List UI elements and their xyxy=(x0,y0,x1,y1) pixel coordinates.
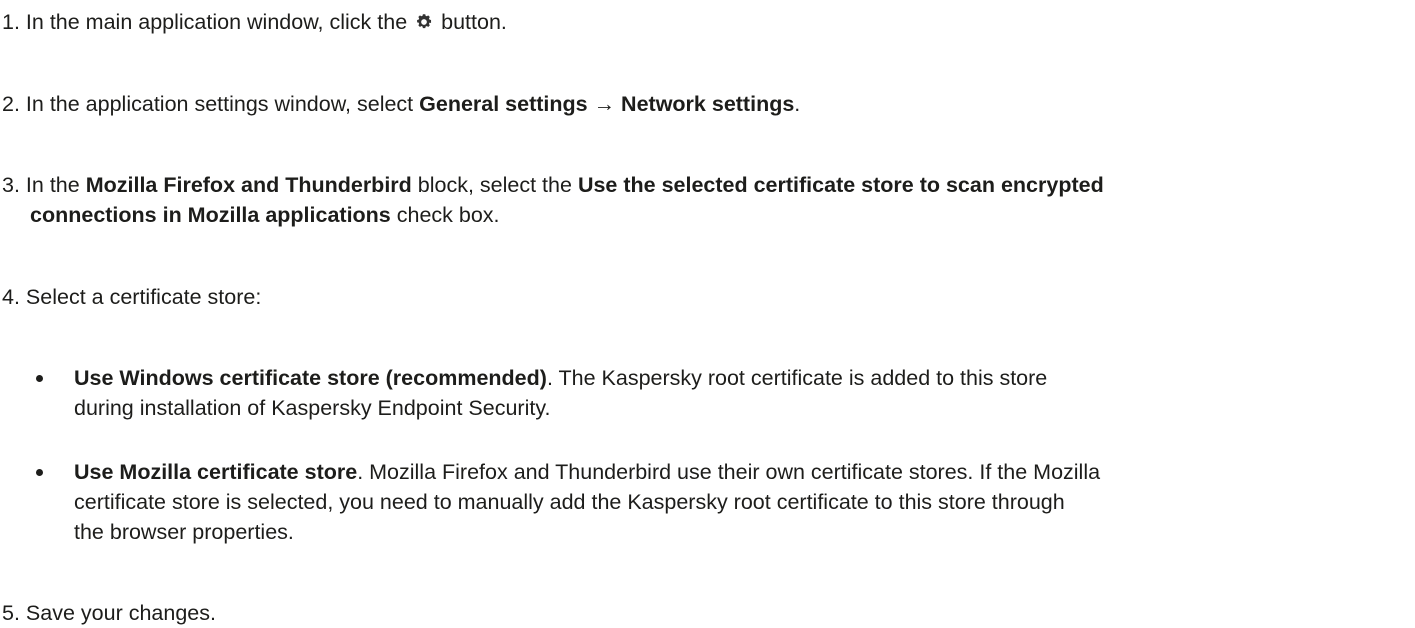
option-text-cont-2: the browser properties. xyxy=(74,520,294,544)
checkbox-name: Use the selected certificate store to sc… xyxy=(577,173,1104,197)
step-text: In the xyxy=(25,173,80,197)
step-text-end: check box. xyxy=(396,203,500,227)
step-number: 5. xyxy=(2,601,20,625)
step-text: In the application settings window, sele… xyxy=(25,92,414,116)
step-text-end: button. xyxy=(441,10,507,34)
step-text-end: . xyxy=(794,92,801,116)
step-text: Save your changes. xyxy=(25,601,216,625)
gear-icon xyxy=(417,14,432,29)
step-number: 2. xyxy=(2,92,20,116)
step-text: Select a certificate store: xyxy=(25,285,262,309)
option-windows-store: Use Windows certificate store (recommend… xyxy=(36,363,1407,423)
bullet-dot xyxy=(36,469,43,476)
step-text: In the main application window, click th… xyxy=(25,10,408,34)
step-text-mid: block, select the xyxy=(417,173,572,197)
step-number: 3. xyxy=(2,173,20,197)
step-1: 1. In the main application window, click… xyxy=(2,7,1407,37)
option-text-cont: during installation of Kaspersky Endpoin… xyxy=(74,396,551,420)
step-number: 4. xyxy=(2,285,20,309)
bullet-dot xyxy=(36,375,43,382)
step-5: 5. Save your changes. xyxy=(2,598,1407,628)
option-text-cont: certificate store is selected, you need … xyxy=(74,490,1065,514)
checkbox-name-cont: connections in Mozilla applications xyxy=(30,203,391,227)
block-name: Mozilla Firefox and Thunderbird xyxy=(85,173,412,197)
option-title: Use Windows certificate store (recommend… xyxy=(74,366,547,390)
menu-path: General settings → Network settings xyxy=(419,92,795,116)
option-title: Use Mozilla certificate store xyxy=(74,460,358,484)
step-2: 2. In the application settings window, s… xyxy=(2,89,1407,119)
option-mozilla-store: Use Mozilla certificate store. Mozilla F… xyxy=(36,457,1407,547)
step-3: 3. In the Mozilla Firefox and Thunderbir… xyxy=(2,170,1407,230)
step-4: 4. Select a certificate store: xyxy=(2,282,1407,312)
option-text: . Mozilla Firefox and Thunderbird use th… xyxy=(357,460,1101,484)
step-number: 1. xyxy=(2,10,20,34)
option-text: . The Kaspersky root certificate is adde… xyxy=(546,366,1048,390)
